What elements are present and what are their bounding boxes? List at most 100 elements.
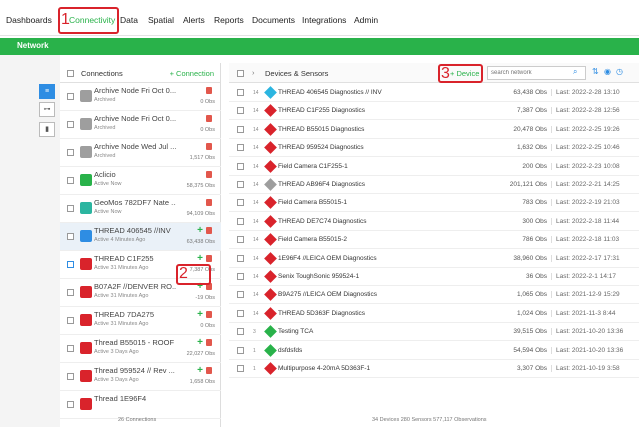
connection-list-item[interactable]: Aclicio Active Now 58,375 Obs [60, 167, 221, 195]
device-list-item[interactable]: 14 B9A275 //LEICA OEM Diagnostics 1,065 Ob… [229, 286, 639, 305]
device-list-item[interactable]: 1 dsfdsfds 54,594 Obs Last: 2021-10-20 13:3… [229, 342, 639, 360]
device-name[interactable]: 1E96F4 //LEICA OEM Diagnostics [278, 255, 377, 262]
device-list-item[interactable]: 3 Testing TCA 39,515 Obs Last: 2021-10-20 1… [229, 323, 639, 342]
connection-checkbox[interactable] [67, 177, 74, 184]
connection-checkbox[interactable] [67, 373, 74, 380]
sort-icon[interactable]: ⇅ [592, 67, 599, 76]
device-checkbox[interactable] [237, 199, 244, 207]
nav-data[interactable]: Data [120, 15, 138, 25]
connection-list-item[interactable]: Archive Node Fri Oct 0... Archived 0 Obs [60, 83, 221, 111]
device-checkbox[interactable] [237, 89, 244, 96]
signal-view-icon[interactable]: ▮ [39, 122, 55, 137]
delete-trash-icon[interactable] [206, 311, 212, 318]
connection-checkbox[interactable] [67, 121, 74, 128]
device-list-item[interactable]: 1 Multipurpose 4-20mA 5D363F-1 3,307 Obs La… [229, 360, 639, 378]
search-icon[interactable]: ⌕ [573, 67, 577, 77]
add-sensor-icon[interactable]: + [197, 225, 203, 236]
device-checkbox[interactable] [237, 181, 244, 188]
device-name[interactable]: B9A275 //LEICA OEM Diagnostics [278, 291, 377, 298]
select-all-devices-checkbox[interactable] [237, 70, 244, 77]
network-view-icon[interactable]: ⊶ [39, 102, 55, 117]
connection-checkbox[interactable] [67, 205, 74, 212]
device-list-item[interactable]: 14 THREAD DE7C74 Diagnostics 300 Obs Last: … [229, 213, 639, 231]
add-sensor-icon[interactable]: + [197, 337, 203, 348]
device-name[interactable]: THREAD C1F255 Diagnostics [278, 107, 365, 114]
nav-admin[interactable]: Admin [354, 15, 378, 25]
device-name[interactable]: Field Camera B55015-2 [278, 236, 347, 243]
delete-trash-icon[interactable] [206, 367, 212, 374]
device-name[interactable]: THREAD 406545 Diagnostics // INV [278, 89, 382, 96]
delete-trash-icon[interactable] [206, 171, 212, 178]
connection-list-item[interactable]: GeoMos 782DF7 Nate ... Active Now 94,109 O… [60, 195, 221, 223]
nav-spatial[interactable]: Spatial [148, 15, 174, 25]
clock-icon[interactable]: ◷ [616, 67, 623, 76]
delete-trash-icon[interactable] [206, 227, 212, 234]
device-name[interactable]: THREAD 5D363F Diagnostics [278, 310, 365, 317]
delete-trash-icon[interactable] [206, 143, 212, 150]
connection-checkbox[interactable] [67, 233, 74, 240]
device-checkbox[interactable] [237, 309, 244, 317]
device-list-item[interactable]: 14 THREAD 406545 Diagnostics // INV 63,438… [229, 84, 639, 102]
connection-list-item[interactable]: Archive Node Fri Oct 0... Archived 0 Obs [60, 111, 221, 139]
visibility-eye-icon[interactable]: ◉ [604, 67, 611, 76]
device-list-item[interactable]: 14 THREAD B55015 Diagnostics 20,478 Obs Las… [229, 121, 639, 139]
device-list-item[interactable]: 14 1E96F4 //LEICA OEM Diagnostics 38,960 O… [229, 250, 639, 268]
device-name[interactable]: Field Camera C1F255-1 [278, 163, 348, 170]
connection-checkbox[interactable] [67, 345, 74, 352]
delete-trash-icon[interactable] [206, 115, 212, 122]
device-checkbox[interactable] [237, 328, 244, 336]
device-name[interactable]: THREAD B55015 Diagnostics [278, 126, 364, 133]
connection-list-item[interactable]: Archive Node Wed Jul ... Archived 1,517 Ob… [60, 139, 221, 167]
connection-list-item[interactable]: Thread 959524 // Rev ... Active 3 Days Ag… [60, 363, 221, 391]
device-name[interactable]: THREAD AB96F4 Diagnostics [278, 181, 365, 188]
delete-trash-icon[interactable] [206, 255, 212, 262]
add-sensor-icon[interactable]: + [197, 253, 203, 264]
device-checkbox[interactable] [237, 365, 244, 372]
device-list-item[interactable]: 14 THREAD 959524 Diagnostics 1,632 Obs Last… [229, 139, 639, 158]
nav-dashboards[interactable]: Dashboards [6, 15, 52, 25]
device-checkbox[interactable] [237, 162, 244, 170]
device-list-item[interactable]: 14 THREAD AB96F4 Diagnostics 201,121 Obs La… [229, 176, 639, 194]
device-list-item[interactable]: 14 THREAD C1F255 Diagnostics 7,387 Obs Last… [229, 102, 639, 121]
device-checkbox[interactable] [237, 254, 244, 262]
device-name[interactable]: Senix ToughSonic 959524-1 [278, 273, 359, 280]
connection-list-item[interactable]: THREAD 7DA275 Active 31 Minutes Ago 0 Obs + [60, 307, 221, 335]
device-checkbox[interactable] [237, 125, 244, 133]
device-checkbox[interactable] [237, 291, 244, 299]
device-checkbox[interactable] [237, 144, 244, 152]
delete-trash-icon[interactable] [206, 339, 212, 346]
nav-integrations[interactable]: Integrations [302, 15, 346, 25]
device-list-item[interactable]: 14 Field Camera C1F255-1 200 Obs Last: 2022… [229, 158, 639, 176]
add-connection-button[interactable]: + Connection [170, 69, 214, 78]
device-checkbox[interactable] [237, 217, 244, 225]
device-list-item[interactable]: 14 THREAD 5D363F Diagnostics 1,024 Obs Last… [229, 305, 639, 323]
device-list-item[interactable]: 14 Field Camera B55015-2 786 Obs Last: 2022… [229, 231, 639, 250]
add-sensor-icon[interactable]: + [197, 309, 203, 320]
device-name[interactable]: Testing TCA [278, 328, 313, 335]
connection-checkbox[interactable] [67, 261, 74, 268]
search-network-input[interactable] [487, 66, 586, 80]
device-list-item[interactable]: 14 Senix ToughSonic 959524-1 36 Obs Last: 2… [229, 268, 639, 286]
connection-list-item[interactable]: Thread 1E96F4 [60, 391, 221, 419]
delete-trash-icon[interactable] [206, 87, 212, 94]
connection-checkbox[interactable] [67, 149, 74, 156]
connection-list-item[interactable]: THREAD 406545 //INV Active 4 Minutes Ago 6… [60, 223, 221, 251]
connection-checkbox[interactable] [67, 289, 74, 296]
nav-documents[interactable]: Documents [252, 15, 295, 25]
tab-network[interactable]: Network [17, 41, 49, 50]
select-all-connections-checkbox[interactable] [67, 70, 74, 77]
nav-alerts[interactable]: Alerts [183, 15, 205, 25]
connection-checkbox[interactable] [67, 401, 74, 408]
add-sensor-icon[interactable]: + [197, 365, 203, 376]
nav-reports[interactable]: Reports [214, 15, 244, 25]
device-checkbox[interactable] [237, 346, 244, 354]
device-name[interactable]: Field Camera B55015-1 [278, 199, 347, 206]
device-list-item[interactable]: 14 Field Camera B55015-1 783 Obs Last: 2022… [229, 194, 639, 213]
list-view-icon[interactable]: ≡ [39, 84, 55, 99]
device-name[interactable]: THREAD DE7C74 Diagnostics [278, 218, 367, 225]
device-checkbox[interactable] [237, 236, 244, 244]
device-name[interactable]: THREAD 959524 Diagnostics [278, 144, 364, 151]
device-name[interactable]: Multipurpose 4-20mA 5D363F-1 [278, 365, 370, 372]
device-checkbox[interactable] [237, 273, 244, 280]
device-name[interactable]: dsfdsfds [278, 347, 302, 354]
